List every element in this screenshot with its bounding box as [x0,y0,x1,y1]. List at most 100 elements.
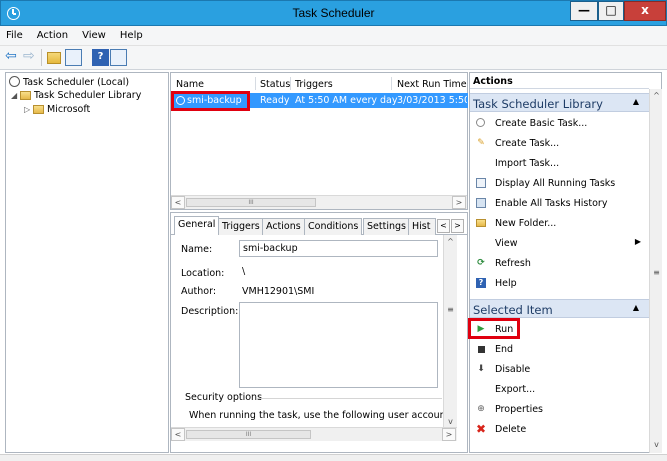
action-view[interactable]: View ▶ [470,234,649,253]
collapsed-triangle-icon[interactable]: ▷ [24,105,33,114]
menu-help[interactable]: Help [114,26,148,41]
action-new-folder[interactable]: New Folder... [470,214,649,233]
action-import-task[interactable]: Import Task... [470,154,649,173]
action-enable-history[interactable]: Enable All Tasks History [470,194,649,213]
section-title: Task Scheduler Library [473,97,603,111]
column-separator [290,77,291,90]
running-tasks-icon [476,178,486,188]
column-header-name[interactable]: Name [176,79,204,90]
action-display-running-tasks[interactable]: Display All Running Tasks [470,174,649,193]
scroll-right-button[interactable]: > [442,428,456,441]
status-bar [0,454,667,461]
column-separator [255,77,256,90]
title-bar: Task Scheduler — □ x [0,0,667,26]
details-vertical-scrollbar[interactable]: ^ ≡ v [443,235,457,431]
details-horizontal-scrollbar[interactable]: < III > [171,427,457,441]
scroll-down-button[interactable]: v [650,438,663,452]
author-label: Author: [181,286,217,297]
help-icon[interactable]: ? [92,49,109,66]
action-label: Export... [495,384,536,395]
close-button[interactable]: x [624,1,666,21]
expanded-triangle-icon[interactable]: ◢ [11,91,20,100]
history-icon [476,198,486,208]
scroll-up-button[interactable]: ^ [444,235,457,249]
create-task-icon: ✎ [477,138,485,148]
tree-item-library[interactable]: ◢ Task Scheduler Library [11,90,141,101]
action-label: Import Task... [495,158,560,169]
fieldset-border [257,398,442,399]
forward-arrow-icon[interactable]: ⇨ [23,49,40,66]
action-create-task[interactable]: ✎ Create Task... [470,134,649,153]
tab-general[interactable]: General [174,216,220,235]
action-export[interactable]: Export... [470,380,649,399]
menu-action[interactable]: Action [31,26,73,41]
back-arrow-icon[interactable]: ⇦ [5,49,22,66]
action-end[interactable]: End [470,340,649,359]
scroll-left-button[interactable]: < [171,428,185,441]
action-properties[interactable]: ⊕ Properties [470,400,649,419]
column-header-next-run-time[interactable]: Next Run Time [397,79,467,90]
section-selected-item[interactable]: Selected Item ▲ [470,299,649,318]
details-tabs: General Triggers Actions Conditions Sett… [171,216,467,235]
location-value: \ [242,266,246,277]
action-disable[interactable]: ⬇ Disable [470,360,649,379]
name-label: Name: [181,244,213,255]
description-field[interactable] [239,302,438,388]
tree-item-root[interactable]: Task Scheduler (Local) [9,76,129,88]
name-field[interactable]: smi-backup [239,240,438,257]
tab-conditions[interactable]: Conditions [304,218,363,235]
action-label: Help [495,278,517,289]
menu-bar: File Action View Help [0,26,667,46]
tab-actions[interactable]: Actions [262,218,305,235]
action-delete[interactable]: ✖ Delete [470,420,649,439]
show-hide-action-pane-icon[interactable] [110,49,127,66]
task-details-pane: General Triggers Actions Conditions Sett… [170,212,468,453]
scrollbar-thumb[interactable]: III [186,198,316,207]
action-help[interactable]: ? Help [470,274,649,293]
scrollbar-thumb[interactable]: ≡ [650,259,663,287]
disable-icon: ⬇ [477,364,485,374]
end-icon [478,346,485,353]
scroll-up-button[interactable]: ^ [650,89,663,103]
menu-view[interactable]: View [76,26,111,41]
scroll-right-button[interactable]: > [452,196,466,209]
maximize-button[interactable]: □ [598,1,624,21]
actions-vertical-scrollbar[interactable]: ^ ≡ v [649,89,662,453]
tree-item-microsoft[interactable]: ▷ Microsoft [24,104,90,115]
actions-header: Actions [470,73,649,89]
column-header-status[interactable]: Status [260,79,290,90]
column-header-triggers[interactable]: Triggers [295,79,333,90]
action-create-basic-task[interactable]: Create Basic Task... [470,114,649,133]
tab-scroll-left-button[interactable]: < [437,219,450,233]
tab-triggers[interactable]: Triggers [218,218,264,235]
minimize-button[interactable]: — [570,1,598,21]
horizontal-scrollbar[interactable]: < III > [171,195,467,209]
folder-up-icon[interactable] [47,52,61,64]
action-label: Create Basic Task... [495,118,588,129]
help-icon: ? [476,278,486,288]
scrollbar-thumb[interactable]: III [186,430,311,439]
toolbar-separator [41,49,42,66]
scroll-left-button[interactable]: < [171,196,185,209]
tab-scroll-right-button[interactable]: > [451,219,464,233]
tab-settings[interactable]: Settings [363,218,410,235]
scrollbar-thumb[interactable]: ≡ [444,295,457,325]
delete-icon: ✖ [476,422,487,436]
tab-history[interactable]: Hist [408,218,436,235]
section-task-scheduler-library[interactable]: Task Scheduler Library ▲ [470,93,649,112]
action-label: Properties [495,404,544,415]
action-label: Create Task... [495,138,560,149]
section-title: Selected Item [473,303,553,317]
security-options-legend: Security options [185,392,263,403]
task-list: Name Status Triggers Next Run Time smi-b… [170,72,468,210]
library-folder-icon [20,91,31,100]
action-refresh[interactable]: ⟳ Refresh [470,254,649,273]
action-label: End [495,344,514,355]
refresh-icon: ⟳ [477,258,485,268]
actions-pane: Actions Task Scheduler Library ▲ Create … [468,72,662,453]
collapse-up-icon[interactable]: ▲ [633,97,639,106]
collapse-up-icon[interactable]: ▲ [633,303,639,312]
menu-file[interactable]: File [0,26,28,41]
show-hide-console-tree-icon[interactable] [65,49,82,66]
tree-item-microsoft-label: Microsoft [47,104,91,115]
